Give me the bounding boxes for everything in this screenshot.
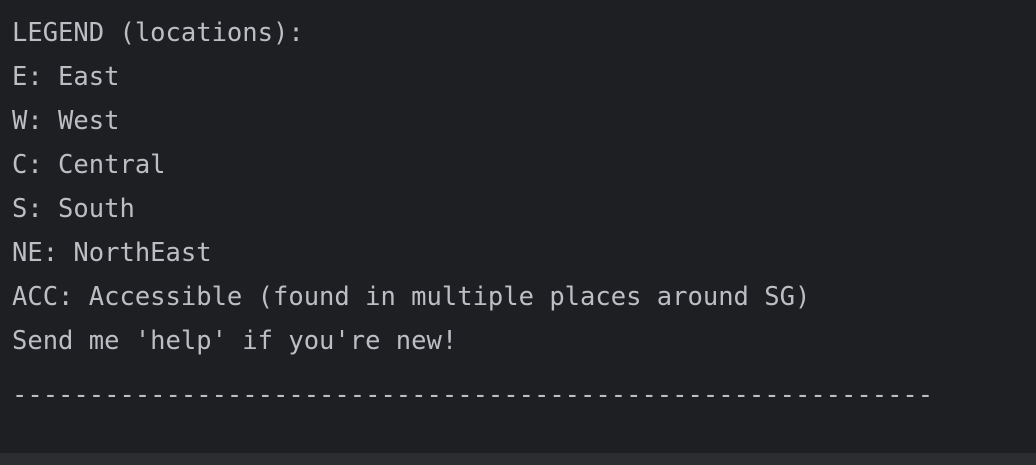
console-output: LEGEND (locations): E: East W: West C: C… xyxy=(0,0,1036,453)
legend-item-northeast: NE: NorthEast xyxy=(12,238,212,268)
help-hint: Send me 'help' if you're new! xyxy=(12,326,458,356)
divider-line: ----------------------------------------… xyxy=(12,380,934,410)
legend-item-central: C: Central xyxy=(12,150,166,180)
legend-item-accessible: ACC: Accessible (found in multiple place… xyxy=(12,282,811,312)
legend-item-west: W: West xyxy=(12,106,120,136)
legend-heading: LEGEND (locations): xyxy=(12,18,304,48)
legend-item-south: S: South xyxy=(12,194,135,224)
legend-item-east: E: East xyxy=(12,62,120,92)
status-bar xyxy=(0,453,1036,465)
